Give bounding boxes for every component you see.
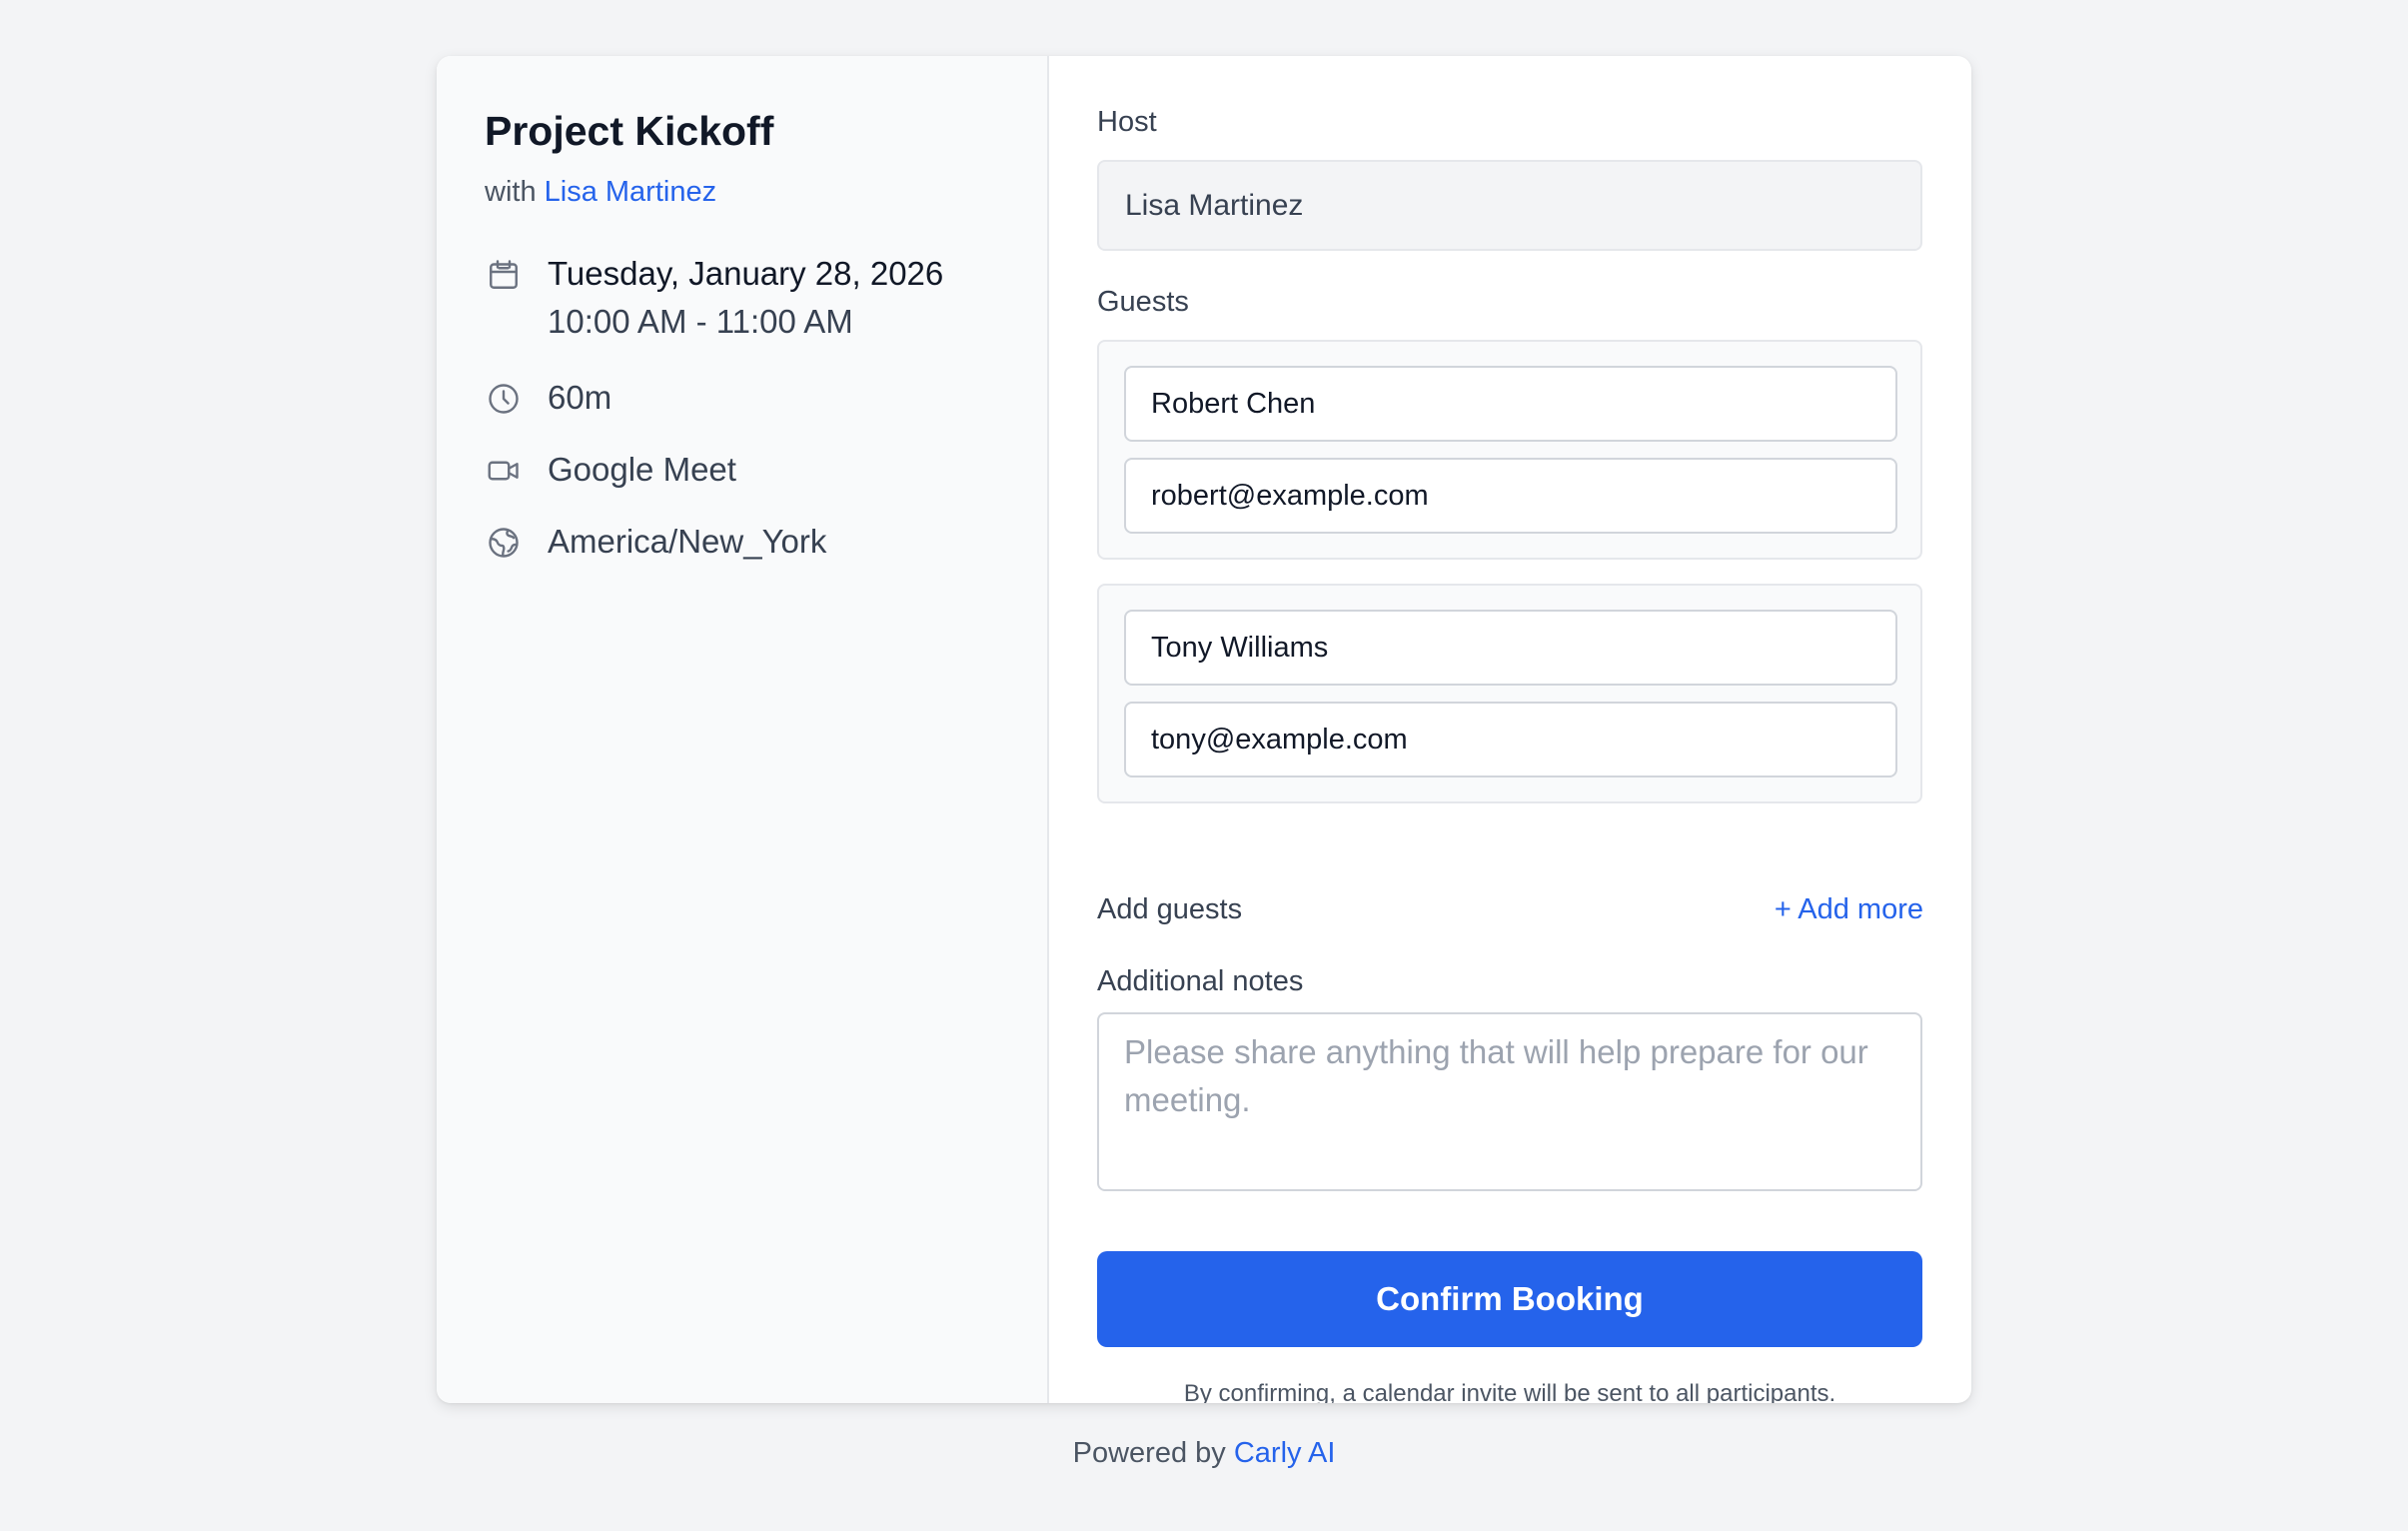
guest-name-input[interactable]: Robert Chen (1124, 366, 1897, 442)
event-timezone-row: America/New_York (485, 522, 826, 566)
notes-textarea[interactable]: Please share anything that will help pre… (1097, 1012, 1922, 1191)
event-timezone: America/New_York (548, 523, 827, 560)
powered-by-footer: Powered by Carly AI (0, 1437, 2408, 1470)
globe-icon (485, 524, 523, 562)
event-host-link[interactable]: Lisa Martinez (545, 176, 716, 208)
guest-entry: Tony Williams tony@example.com (1097, 584, 1922, 803)
event-title: Project Kickoff (485, 108, 774, 154)
clock-icon (485, 380, 523, 418)
booking-form: Host Lisa Martinez Guests Robert Chen ro… (1049, 56, 1971, 1403)
brand-link[interactable]: Carly AI (1234, 1437, 1336, 1469)
guest-entry: Robert Chen robert@example.com (1097, 340, 1922, 560)
add-guests-label: Add guests (1097, 893, 1243, 925)
host-field: Lisa Martinez (1097, 160, 1922, 251)
calendar-icon (485, 256, 523, 294)
event-location-row: Google Meet (485, 450, 736, 494)
event-duration-row: 60m (485, 378, 611, 422)
notes-label: Additional notes (1097, 965, 1304, 997)
event-duration: 60m (548, 379, 612, 416)
video-camera-icon (485, 452, 523, 490)
event-location: Google Meet (548, 451, 736, 488)
event-date-row: Tuesday, January 28, 2026 10:00 AM - 11:… (485, 254, 943, 346)
guests-label: Guests (1097, 286, 1189, 318)
event-time: 10:00 AM - 11:00 AM (548, 303, 853, 340)
host-label: Host (1097, 106, 1157, 138)
guest-name-input[interactable]: Tony Williams (1124, 610, 1897, 686)
guest-email-input[interactable]: robert@example.com (1124, 458, 1897, 534)
event-host-line: with Lisa Martinez (485, 176, 716, 209)
add-more-button[interactable]: + Add more (1775, 893, 1923, 926)
booking-card: Project Kickoff with Lisa Martinez Tuesd… (437, 56, 1971, 1403)
confirm-booking-button[interactable]: Confirm Booking (1097, 1251, 1922, 1347)
event-date: Tuesday, January 28, 2026 (548, 255, 944, 292)
event-summary-panel: Project Kickoff with Lisa Martinez Tuesd… (437, 56, 1049, 1403)
guest-email-input[interactable]: tony@example.com (1124, 702, 1897, 777)
confirm-disclaimer: By confirming, a calendar invite will be… (1183, 1380, 1836, 1403)
powered-by-prefix: Powered by (1072, 1437, 1226, 1469)
with-prefix: with (485, 176, 537, 208)
